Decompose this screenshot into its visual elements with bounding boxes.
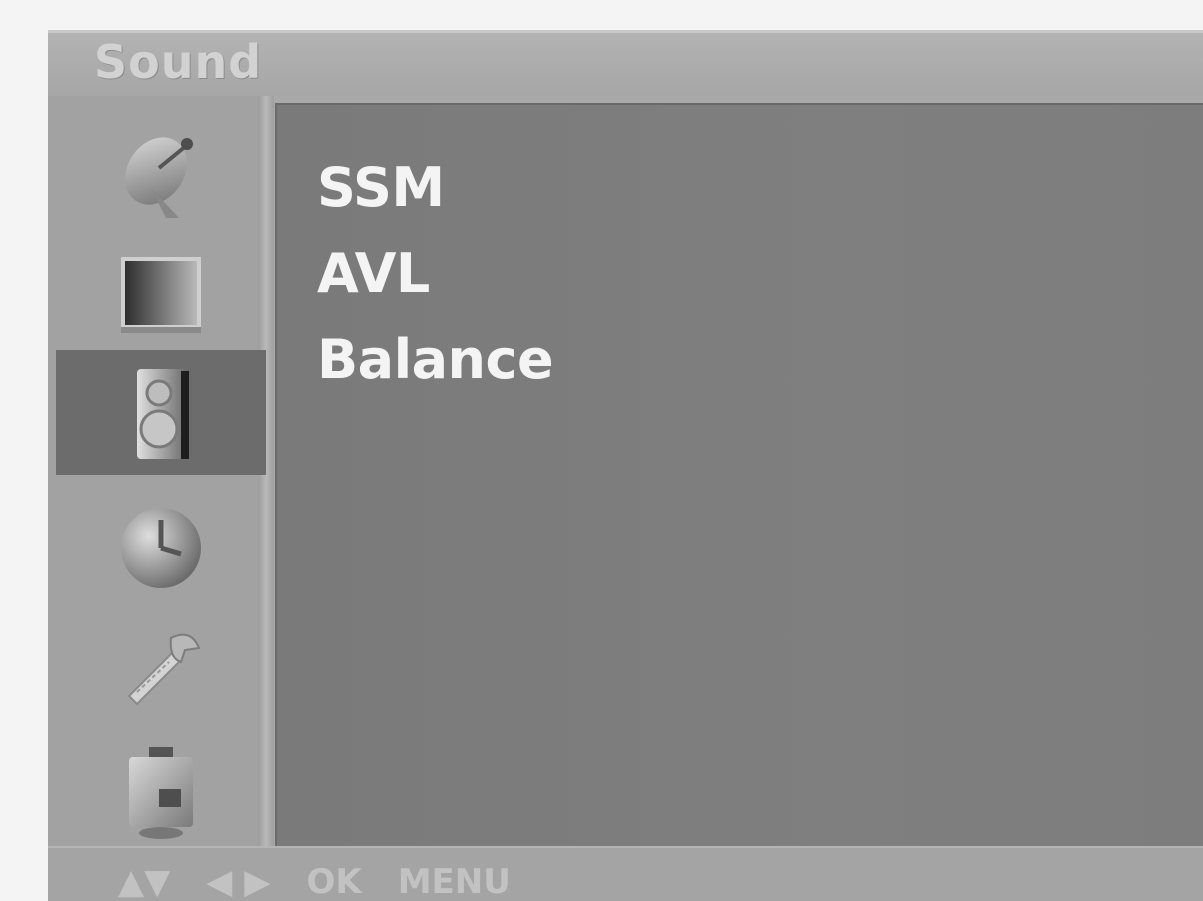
- menu-title: Sound: [94, 35, 263, 89]
- speaker-icon: [137, 368, 189, 459]
- satellite-dish-icon: [125, 136, 193, 218]
- picture-icon: [121, 256, 201, 333]
- sidebar-item-sound[interactable]: [56, 350, 266, 475]
- hint-menu: MENU: [397, 862, 511, 901]
- hint-ok: OK: [306, 862, 362, 901]
- option-balance[interactable]: Balance: [317, 317, 554, 403]
- sidebar-item-picture[interactable]: [56, 230, 266, 355]
- control-hints: ▲▼ ◀ ▶ OK MENU: [118, 862, 547, 901]
- hint-up-down: ▲▼: [118, 862, 171, 901]
- option-ssm[interactable]: SSM: [317, 145, 553, 231]
- title-bar: Sound: [48, 30, 1203, 96]
- sound-menu-osd: Sound SSM AVL Balance ▲▼ ◀ ▶ OK MENU: [48, 30, 1203, 901]
- options-list: SSM AVL Balance: [317, 145, 554, 403]
- options-panel: SSM AVL Balance: [275, 103, 1203, 846]
- sidebar-item-station[interactable]: [56, 113, 266, 238]
- footer-bar: ▲▼ ◀ ▶ OK MENU: [48, 846, 1203, 901]
- clock-icon: [121, 507, 201, 588]
- sidebar-item-time[interactable]: [56, 485, 266, 610]
- sidebar-item-screen[interactable]: [56, 730, 266, 855]
- wrench-icon: [127, 633, 201, 705]
- option-avl[interactable]: AVL: [317, 231, 553, 317]
- sidebar-item-special[interactable]: [56, 605, 266, 730]
- hint-left-right: ◀ ▶: [206, 862, 271, 901]
- screen-icon: [129, 746, 193, 839]
